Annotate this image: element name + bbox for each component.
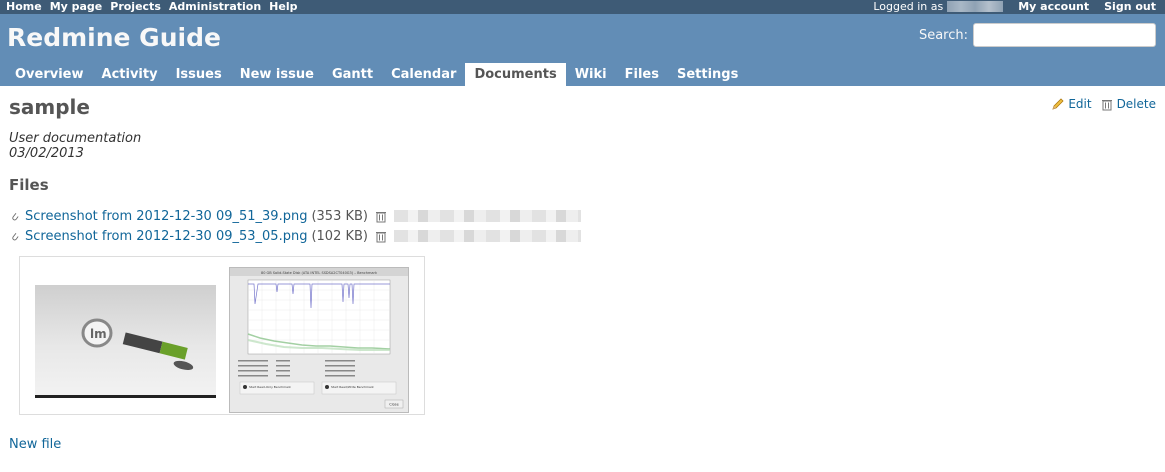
- tab-overview[interactable]: Overview: [6, 63, 93, 86]
- top-menu-left: Home My page Projects Administration Hel…: [6, 0, 297, 13]
- delete-button[interactable]: Delete: [1100, 97, 1156, 111]
- quick-search: Search:: [919, 23, 1156, 47]
- mint-logo-image: lm: [81, 318, 194, 370]
- project-title: Redmine Guide: [7, 23, 221, 52]
- thumbnail-benchmark[interactable]: 80 GB Solid-State Disk (ATA INTEL SSDSA2…: [229, 267, 409, 413]
- trash-icon[interactable]: [374, 230, 388, 243]
- read-only-benchmark-label: Start Read-Only Benchmark: [249, 385, 291, 389]
- logged-in-as: Logged in as: [873, 0, 1004, 13]
- content: Edit Delete sample User documentation 03…: [0, 86, 1165, 472]
- attachment-thumbnails: lm 80 GB Solid-State Disk (ATA INTEL SSD…: [19, 256, 425, 415]
- sign-out-link[interactable]: Sign out: [1104, 0, 1156, 13]
- paperclip-icon: [12, 232, 19, 240]
- top-menu-home[interactable]: Home: [6, 0, 42, 13]
- new-file-link[interactable]: New file: [9, 437, 61, 452]
- search-input[interactable]: [973, 23, 1156, 47]
- main-menu: Overview Activity Issues New issue Gantt…: [6, 63, 747, 86]
- tab-gantt[interactable]: Gantt: [323, 63, 382, 86]
- document-date: 03/02/2013: [9, 146, 84, 161]
- attachment-link[interactable]: Screenshot from 2012-12-30 09_51_39.png: [25, 209, 307, 224]
- attachment-row: Screenshot from 2012-12-30 09_53_05.png …: [11, 226, 582, 246]
- top-menu-help[interactable]: Help: [269, 0, 297, 13]
- benchmark-title: 80 GB Solid-State Disk (ATA INTEL SSDSA2…: [261, 271, 378, 275]
- attachment-author-redacted: [394, 210, 582, 222]
- tab-new-issue[interactable]: New issue: [231, 63, 323, 86]
- close-button-label: Close: [389, 403, 399, 407]
- tab-calendar[interactable]: Calendar: [382, 63, 465, 86]
- svg-text:lm: lm: [90, 327, 107, 341]
- document-meta: User documentation 03/02/2013: [9, 131, 141, 161]
- attachment-link[interactable]: Screenshot from 2012-12-30 09_53_05.png: [25, 229, 307, 244]
- top-menu-administration[interactable]: Administration: [169, 0, 261, 13]
- benchmark-window-image: 80 GB Solid-State Disk (ATA INTEL SSDSA2…: [230, 268, 408, 409]
- tab-issues[interactable]: Issues: [167, 63, 231, 86]
- attachments-list: Screenshot from 2012-12-30 09_51_39.png …: [11, 206, 582, 246]
- trash-icon[interactable]: [374, 210, 388, 223]
- my-account-link[interactable]: My account: [1018, 0, 1089, 13]
- logged-in-label: Logged in as: [873, 0, 944, 13]
- tab-wiki[interactable]: Wiki: [566, 63, 616, 86]
- top-menu-my-page[interactable]: My page: [50, 0, 103, 13]
- pencil-icon: [1052, 97, 1064, 110]
- tab-settings[interactable]: Settings: [668, 63, 747, 86]
- files-heading: Files: [9, 176, 49, 194]
- top-menu-projects[interactable]: Projects: [110, 0, 161, 13]
- tab-documents[interactable]: Documents: [465, 63, 566, 86]
- user-name-redacted: [947, 1, 1004, 12]
- edit-button[interactable]: Edit: [1051, 97, 1092, 111]
- attachment-size: (102 KB): [311, 228, 369, 244]
- attachment-size: (353 KB): [311, 208, 369, 224]
- thumbnail-desktop[interactable]: lm: [35, 285, 216, 398]
- document-category: User documentation: [9, 131, 142, 146]
- contextual-actions: Edit Delete: [1051, 97, 1156, 111]
- tab-files[interactable]: Files: [616, 63, 668, 86]
- top-menu: Home My page Projects Administration Hel…: [0, 0, 1165, 14]
- edit-label: Edit: [1068, 97, 1092, 111]
- read-write-benchmark-label: Start Read/Write Benchmark: [331, 385, 374, 389]
- paperclip-icon: [12, 212, 19, 220]
- header: Redmine Guide Search: Overview Activity …: [0, 14, 1165, 86]
- delete-label: Delete: [1116, 97, 1156, 111]
- tab-activity[interactable]: Activity: [93, 63, 167, 86]
- attachment-row: Screenshot from 2012-12-30 09_51_39.png …: [11, 206, 582, 226]
- search-label: Search:: [918, 27, 968, 43]
- taskbar-strip: [35, 395, 216, 398]
- trash-icon: [1101, 99, 1112, 110]
- attachment-author-redacted: [394, 230, 582, 242]
- top-menu-right: Logged in as My account Sign out: [873, 0, 1156, 13]
- document-title: sample: [9, 95, 90, 119]
